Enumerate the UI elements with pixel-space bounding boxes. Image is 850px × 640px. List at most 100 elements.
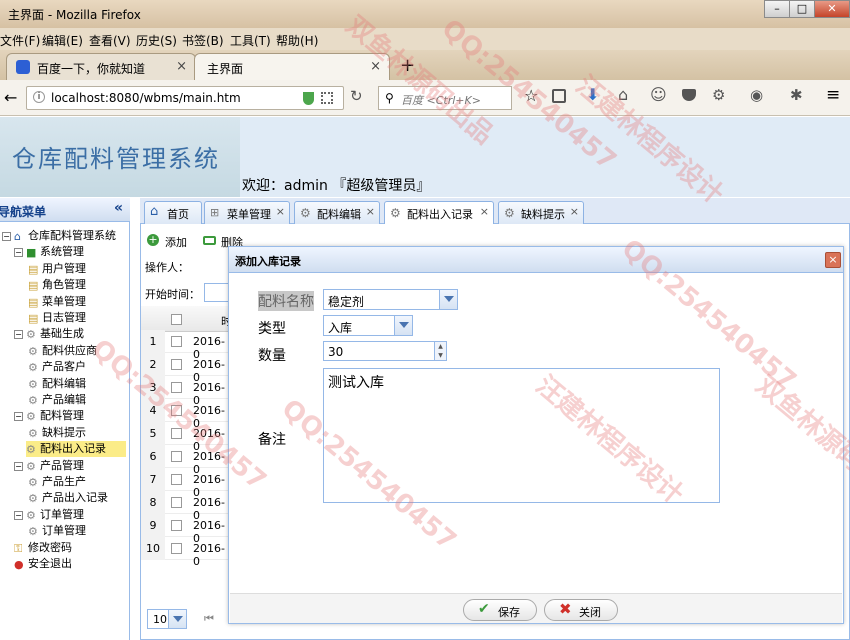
reading-list-icon[interactable] xyxy=(552,89,566,103)
table-row[interactable]: 2 2016-0 xyxy=(141,353,231,384)
tab-shortage[interactable]: ⚙ 缺料提示 × xyxy=(498,201,584,224)
new-tab-button[interactable]: + xyxy=(400,55,415,76)
tracking-icon[interactable]: ◉ xyxy=(750,86,763,104)
table-row[interactable]: 3 2016-0 xyxy=(141,376,231,407)
close-icon[interactable]: × xyxy=(366,205,375,218)
spinner-icon[interactable]: ▲ ▼ xyxy=(434,342,446,360)
maximize-button[interactable]: □ xyxy=(789,0,815,18)
menu-view[interactable]: 查看(V) xyxy=(89,32,131,49)
home-icon[interactable]: ⌂ xyxy=(618,85,628,104)
sidebar-item[interactable]: − ⚙ 订单管理 xyxy=(14,507,84,523)
menu-bookmarks[interactable]: 书签(B) xyxy=(182,32,224,49)
collapse-toggle-icon[interactable]: − xyxy=(2,232,11,241)
start-time-input[interactable] xyxy=(204,283,230,302)
row-checkbox[interactable] xyxy=(171,359,182,370)
download-icon[interactable]: ⬇ xyxy=(586,85,599,104)
table-row[interactable]: 1 2016-0 xyxy=(141,330,231,361)
add-button[interactable]: + 添加 xyxy=(147,233,197,249)
hamburger-menu-icon[interactable]: ≡ xyxy=(826,85,840,105)
close-icon[interactable]: × xyxy=(276,205,285,218)
sidebar-item[interactable]: − ■ 系统管理 xyxy=(14,244,84,260)
sidebar-item[interactable]: − ⌂ 仓库配料管理系统 xyxy=(2,228,116,244)
extension-icon[interactable]: ⚙ xyxy=(712,86,725,104)
sidebar-item[interactable]: ● 安全退出 xyxy=(14,556,72,572)
sidebar-item[interactable]: − ⚙ 产品管理 xyxy=(14,458,84,474)
row-checkbox[interactable] xyxy=(171,428,182,439)
sidebar-item[interactable]: ⚙ 产品生产 xyxy=(28,474,86,490)
close-icon[interactable]: × xyxy=(370,59,381,74)
row-checkbox[interactable] xyxy=(171,520,182,531)
sidebar-item[interactable]: ⚙ 配料供应商 xyxy=(28,343,97,359)
row-checkbox[interactable] xyxy=(171,405,182,416)
collapse-toggle-icon[interactable]: − xyxy=(14,510,23,520)
sidebar-item[interactable]: ▤ 用户管理 xyxy=(28,261,86,277)
type-select[interactable]: 入库 xyxy=(323,315,413,336)
row-checkbox[interactable] xyxy=(171,543,182,554)
sidebar-item[interactable]: − ⚙ 配料管理 xyxy=(14,408,84,424)
sidebar-item[interactable]: ⚙ 产品编辑 xyxy=(28,392,86,408)
remark-textarea[interactable]: 测试入库 xyxy=(323,368,720,503)
pocket-icon[interactable] xyxy=(682,89,696,101)
dialog-close-button[interactable]: × xyxy=(825,252,841,268)
quantity-stepper[interactable]: 30 ▲ ▼ xyxy=(323,341,447,361)
browser-tab-main[interactable]: 主界面 × xyxy=(194,53,390,80)
sidebar-item[interactable]: ⚙ 产品出入记录 xyxy=(28,490,108,506)
browser-tab-baidu[interactable]: 百度一下，你就知道 × xyxy=(6,53,196,80)
table-row[interactable]: 8 2016-0 xyxy=(141,491,231,522)
tab-home[interactable]: ⌂ 首页 xyxy=(144,201,202,224)
sidebar-item[interactable]: ⚙ 配料编辑 xyxy=(28,376,86,392)
select-all-checkbox[interactable] xyxy=(171,314,182,325)
sidebar-item[interactable]: ⚙ 订单管理 xyxy=(28,523,86,539)
row-checkbox[interactable] xyxy=(171,474,182,485)
material-select[interactable]: 稳定剂 xyxy=(323,289,458,310)
sidebar-item[interactable]: ⚿ 修改密码 xyxy=(14,540,72,556)
collapse-toggle-icon[interactable]: − xyxy=(14,248,23,258)
table-row[interactable]: 10 2016-0 xyxy=(141,537,231,568)
close-window-button[interactable]: ✕ xyxy=(814,0,850,18)
row-checkbox[interactable] xyxy=(171,497,182,508)
table-row[interactable]: 4 2016-0 xyxy=(141,399,231,430)
tab-material-records[interactable]: ⚙ 配料出入记录 × xyxy=(384,201,494,224)
table-row[interactable]: 5 2016-0 xyxy=(141,422,231,453)
collapse-toggle-icon[interactable]: − xyxy=(14,461,23,471)
shield-icon[interactable] xyxy=(303,92,314,105)
first-page-icon[interactable]: ⏮ xyxy=(204,612,214,626)
save-button[interactable]: ✔ 保存 xyxy=(463,599,537,621)
close-button[interactable]: ✖ 关闭 xyxy=(544,599,618,621)
tab-menu-management[interactable]: ⊞ 菜单管理 × xyxy=(204,201,290,224)
sidebar-item[interactable]: ⚙ 缺料提示 xyxy=(28,425,86,441)
row-checkbox[interactable] xyxy=(171,336,182,347)
table-row[interactable]: 6 2016-0 xyxy=(141,445,231,476)
table-row[interactable]: 7 2016-0 xyxy=(141,468,231,499)
info-icon[interactable]: i xyxy=(33,91,45,103)
collapse-icon[interactable]: « xyxy=(114,200,123,216)
close-icon[interactable]: × xyxy=(176,59,187,74)
url-bar[interactable]: i localhost:8080/wbms/main.htm xyxy=(26,86,344,110)
tab-material-edit[interactable]: ⚙ 配料编辑 × xyxy=(294,201,380,224)
close-icon[interactable]: × xyxy=(480,205,489,218)
menu-tools[interactable]: 工具(T) xyxy=(230,32,271,49)
page-size-select[interactable]: 10 xyxy=(147,609,187,629)
sidebar-item[interactable]: ⚙ 产品客户 xyxy=(28,359,86,375)
table-row[interactable]: 9 2016-0 xyxy=(141,514,231,545)
search-bar[interactable]: ⚲ 百度 <Ctrl+K> xyxy=(378,86,512,110)
menu-help[interactable]: 帮助(H) xyxy=(276,32,318,49)
bookmark-star-icon[interactable]: ☆ xyxy=(524,86,538,105)
sidebar-item[interactable]: ▤ 日志管理 xyxy=(28,310,86,326)
sidebar-item[interactable]: ▤ 菜单管理 xyxy=(28,294,86,310)
chevron-down-icon[interactable] xyxy=(394,316,412,335)
row-checkbox[interactable] xyxy=(171,382,182,393)
menu-edit[interactable]: 编辑(E) xyxy=(42,32,83,49)
sidebar-item[interactable]: − ⚙ 基础生成 xyxy=(14,326,84,342)
menu-history[interactable]: 历史(S) xyxy=(136,32,177,49)
collapse-toggle-icon[interactable]: − xyxy=(14,412,23,422)
minimize-button[interactable]: – xyxy=(764,0,790,18)
back-icon[interactable]: ← xyxy=(4,88,17,107)
row-checkbox[interactable] xyxy=(171,451,182,462)
bug-icon[interactable]: ✱ xyxy=(790,86,803,104)
menu-file[interactable]: 文件(F) xyxy=(0,32,40,49)
chevron-down-icon[interactable] xyxy=(439,290,457,309)
reload-icon[interactable]: ↻ xyxy=(350,87,363,105)
face-icon[interactable]: ☺ xyxy=(650,85,667,104)
sidebar-item[interactable]: ▤ 角色管理 xyxy=(28,277,86,293)
